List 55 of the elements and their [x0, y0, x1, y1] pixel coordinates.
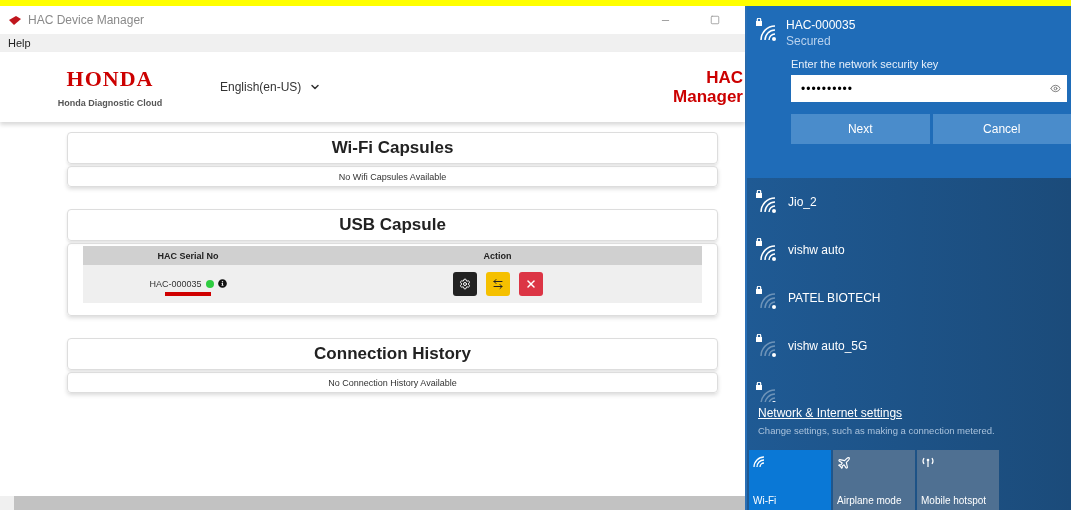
network-item[interactable]: PATEL BIOTECH — [755, 274, 1071, 322]
secured-wifi-icon — [755, 238, 777, 262]
column-header: HAC Serial No — [157, 250, 219, 261]
column-header: Action — [483, 250, 512, 261]
settings-button[interactable] — [452, 272, 477, 296]
cancel-button[interactable]: Cancel — [932, 114, 1071, 144]
close-icon — [524, 278, 537, 290]
horizontal-scrollbar[interactable] — [0, 496, 745, 510]
empty-message: No Wifi Capsules Available — [67, 166, 718, 187]
network-item[interactable]: vishw auto_5G — [755, 322, 1071, 370]
airplane-icon — [837, 456, 851, 470]
weak-wifi-icon — [755, 382, 777, 402]
maximize-icon[interactable] — [710, 15, 720, 25]
quick-action-tile[interactable]: Airplane mode — [833, 450, 915, 510]
gear-icon — [458, 278, 471, 290]
annotation-underline — [165, 291, 211, 296]
network-name: vishw auto_5G — [788, 339, 868, 353]
quick-action-tile[interactable]: Mobile hotspot — [917, 450, 999, 510]
key-prompt: Enter the network security key — [791, 58, 940, 70]
network-name: HAC-000035 — [786, 18, 856, 32]
secured-wifi-icon — [755, 190, 777, 214]
reveal-password-icon[interactable] — [1050, 83, 1061, 94]
selected-network[interactable]: HAC-000035 Secured Enter the network security key •••••••••• Next Cancel — [747, 6, 1071, 178]
remove-button[interactable] — [518, 272, 543, 296]
network-item[interactable]: vishw auto — [755, 226, 1071, 274]
empty-message: No Connection History Available — [67, 372, 718, 393]
next-button[interactable]: Next — [791, 114, 930, 144]
settings-hint: Change settings, such as making a connection metered. — [758, 425, 996, 436]
product-logo: HAC Manager — [673, 68, 744, 106]
network-status: Secured — [786, 34, 832, 48]
network-name: PATEL BIOTECH — [788, 291, 881, 305]
brand-logo: HONDA — [66, 66, 154, 92]
section-title: Connection History — [67, 338, 718, 370]
section-title: Wi-Fi Capsules — [67, 132, 718, 164]
secured-wifi-icon — [755, 18, 777, 42]
window-title: HAC Device Manager — [28, 13, 146, 27]
brand-tagline: Honda Diagnostic Cloud — [57, 98, 163, 108]
quick-action-tile[interactable]: Wi-Fi — [749, 450, 831, 510]
language-select[interactable]: English(en-US) — [220, 80, 322, 94]
settings-link[interactable]: Network & Internet settings — [758, 406, 1071, 420]
network-item[interactable]: Jio_2 — [755, 178, 1071, 226]
app-icon — [8, 14, 22, 26]
serial-number: HAC-000035 — [149, 278, 202, 289]
network-name: vishw auto — [788, 243, 845, 257]
section-title: USB Capsule — [67, 209, 718, 241]
swap-icon — [491, 278, 504, 290]
hotspot-icon — [921, 456, 935, 468]
weak-wifi-icon — [755, 286, 777, 310]
security-key-field[interactable]: •••••••••• — [791, 75, 1067, 102]
swap-button[interactable] — [485, 272, 510, 296]
wifi-icon — [753, 456, 765, 468]
weak-wifi-icon — [755, 334, 777, 358]
menu-item[interactable]: Help — [8, 37, 31, 49]
info-icon[interactable] — [217, 279, 227, 288]
network-name: Jio_2 — [788, 195, 817, 209]
